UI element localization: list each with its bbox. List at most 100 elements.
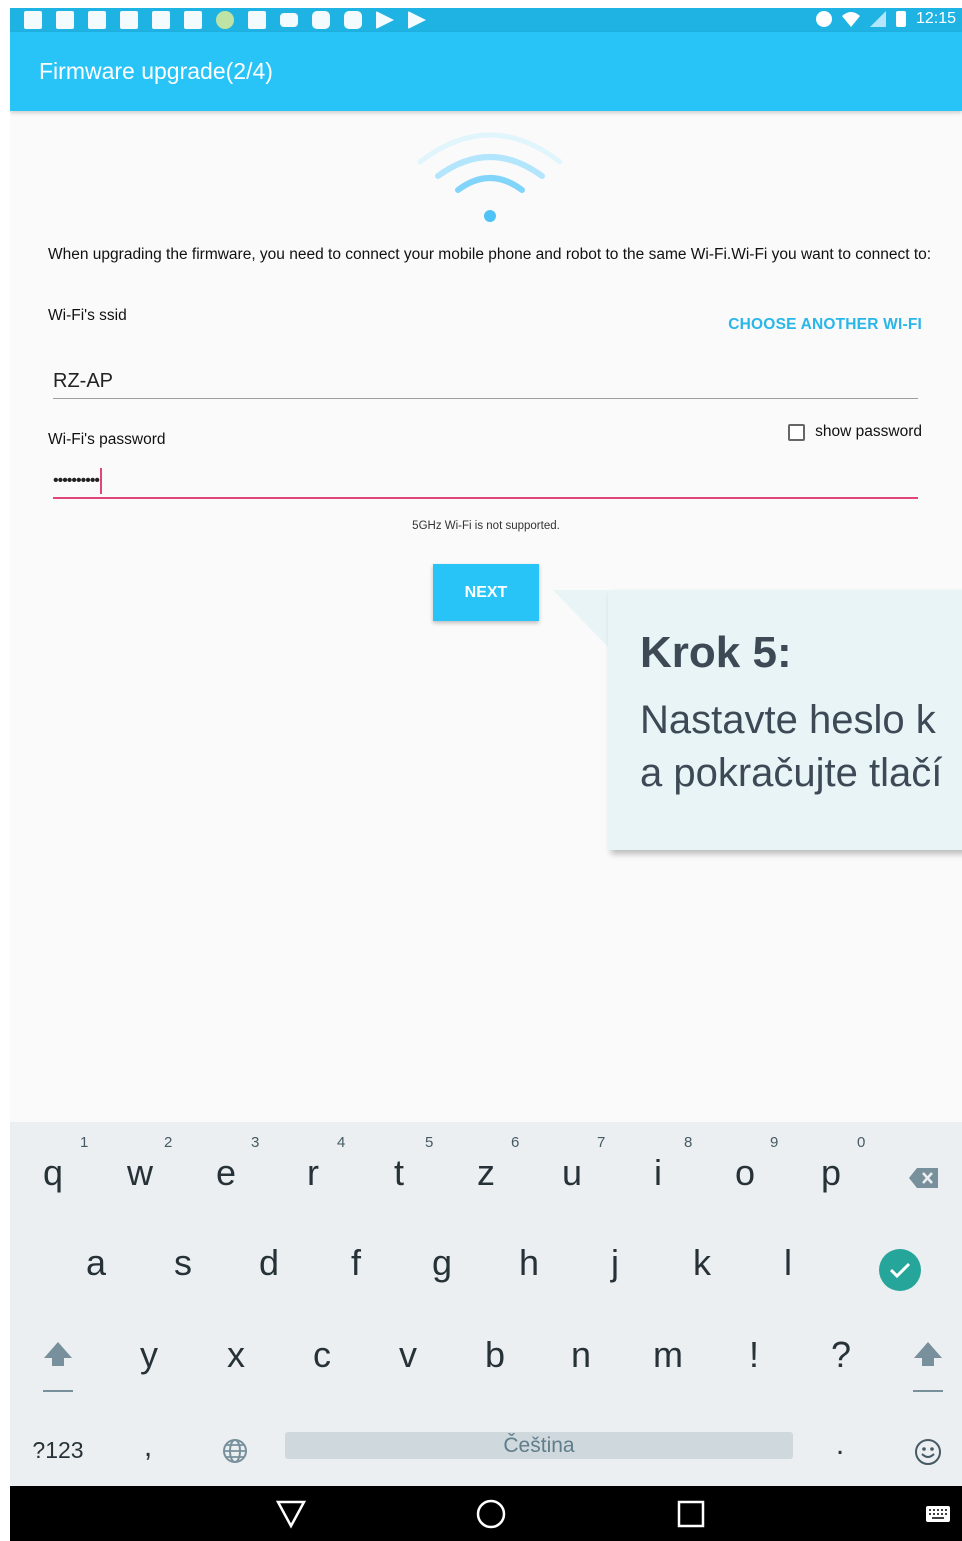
play-store-icon <box>376 11 394 29</box>
key-w[interactable]: w <box>115 1152 165 1194</box>
do-not-disturb-icon <box>815 11 832 27</box>
key-y[interactable]: y <box>124 1334 174 1376</box>
callout-line-2: a pokračujte tlačí <box>640 751 943 795</box>
key-c[interactable]: c <box>297 1334 347 1376</box>
facebook-icon <box>120 11 138 29</box>
key-u[interactable]: u <box>547 1152 597 1194</box>
key-p[interactable]: p <box>806 1152 856 1194</box>
key-d[interactable]: d <box>244 1242 294 1284</box>
ssid-input[interactable]: RZ-AP <box>53 370 918 393</box>
show-password-checkbox[interactable] <box>788 423 806 441</box>
text-cursor <box>100 468 103 494</box>
notification-icons <box>24 11 426 29</box>
key-k[interactable]: k <box>677 1242 727 1284</box>
password-label: Wi-Fi's password <box>48 431 166 448</box>
device-screen: 12:15 Firmware upgrade(2/4) When upgradi… <box>10 8 962 1541</box>
status-indicators: 12:15 <box>815 10 956 28</box>
key-b[interactable]: b <box>470 1334 520 1376</box>
recents-icon[interactable] <box>677 1500 705 1528</box>
show-password-toggle[interactable]: show password <box>788 423 922 441</box>
key-hint: 4 <box>337 1134 346 1151</box>
key-v[interactable]: v <box>383 1334 433 1376</box>
emoji-icon[interactable] <box>914 1438 942 1466</box>
key-hint: 0 <box>857 1134 866 1151</box>
password-input[interactable]: •••••••••• <box>53 468 918 494</box>
key-q[interactable]: q <box>28 1152 78 1194</box>
key-z[interactable]: z <box>461 1152 511 1194</box>
instruction-callout: Krok 5: Nastavte heslo k a pokračujte tl… <box>608 590 962 850</box>
key-f[interactable]: f <box>331 1242 381 1284</box>
key-m[interactable]: m <box>643 1334 693 1376</box>
key-i[interactable]: i <box>633 1152 683 1194</box>
wifi-signal-icon <box>841 12 860 27</box>
android-icon <box>216 11 234 29</box>
key-n[interactable]: n <box>556 1334 606 1376</box>
show-password-label: show password <box>815 423 922 440</box>
password-underline <box>53 497 918 499</box>
instagram-icon <box>312 11 330 29</box>
callout-line-1: Nastavte heslo k <box>640 698 936 742</box>
key-t[interactable]: t <box>374 1152 424 1194</box>
wifi-icon <box>410 124 570 239</box>
callout-text: Nastavte heslo k a pokračujte tlačí <box>640 694 942 800</box>
key-x[interactable]: x <box>211 1334 261 1376</box>
clock: 12:15 <box>915 10 956 27</box>
backspace-icon[interactable] <box>908 1166 940 1190</box>
back-icon[interactable] <box>275 1499 307 1529</box>
spacebar[interactable]: Čeština <box>285 1432 793 1459</box>
key-a[interactable]: a <box>71 1242 121 1284</box>
instagram-icon <box>344 11 362 29</box>
key-hint: 7 <box>597 1134 606 1151</box>
youtube-icon <box>280 13 298 27</box>
wifi-note: 5GHz Wi-Fi is not supported. <box>412 520 560 532</box>
home-icon[interactable] <box>475 1498 507 1530</box>
next-button[interactable]: NEXT <box>433 564 539 621</box>
flipboard-icon <box>248 11 266 29</box>
battery-icon <box>895 11 906 27</box>
facebook-icon <box>152 11 170 29</box>
key-question[interactable]: ? <box>816 1334 866 1376</box>
key-l[interactable]: l <box>763 1242 813 1284</box>
facebook-icon <box>88 11 106 29</box>
soft-keyboard: 1 2 3 4 5 6 7 8 9 0 q w e r t z u i o p … <box>10 1122 962 1486</box>
key-j[interactable]: j <box>590 1242 640 1284</box>
key-e[interactable]: e <box>201 1152 251 1194</box>
key-hint: 9 <box>770 1134 779 1151</box>
image-icon <box>184 11 202 29</box>
key-hint: 5 <box>425 1134 434 1151</box>
status-bar: 12:15 <box>10 8 962 32</box>
key-hint: 2 <box>164 1134 173 1151</box>
app-bar: Firmware upgrade(2/4) <box>10 32 962 111</box>
key-h[interactable]: h <box>504 1242 554 1284</box>
key-g[interactable]: g <box>417 1242 467 1284</box>
enter-check-icon[interactable] <box>878 1248 922 1292</box>
password-value: •••••••••• <box>53 472 100 489</box>
key-o[interactable]: o <box>720 1152 770 1194</box>
play-store-icon <box>408 11 426 29</box>
key-hint: 8 <box>684 1134 693 1151</box>
page-title: Firmware upgrade(2/4) <box>39 58 273 84</box>
key-exclamation[interactable]: ! <box>729 1334 779 1376</box>
shift-left-icon[interactable] <box>42 1340 74 1396</box>
no-sim-icon <box>869 11 886 27</box>
key-s[interactable]: s <box>158 1242 208 1284</box>
callout-title: Krok 5: <box>640 628 792 677</box>
facebook-icon <box>56 11 74 29</box>
keyboard-switch-icon[interactable] <box>926 1506 950 1522</box>
key-hint: 1 <box>80 1134 89 1151</box>
key-r[interactable]: r <box>288 1152 338 1194</box>
callout-pointer <box>553 590 609 648</box>
ssid-label: Wi-Fi's ssid <box>48 307 127 324</box>
key-hint: 6 <box>511 1134 520 1151</box>
navigation-bar <box>10 1486 962 1541</box>
shift-right-icon[interactable] <box>912 1340 944 1396</box>
globe-icon[interactable] <box>222 1438 248 1464</box>
choose-another-wifi-link[interactable]: CHOOSE ANOTHER WI-FI <box>728 316 922 334</box>
facebook-icon <box>24 11 42 29</box>
key-period[interactable]: . <box>825 1428 855 1462</box>
intro-text: When upgrading the firmware, you need to… <box>48 246 932 263</box>
symbols-key[interactable]: ?123 <box>28 1437 88 1464</box>
key-comma[interactable]: , <box>133 1430 163 1464</box>
ssid-underline <box>53 398 918 399</box>
key-hint: 3 <box>251 1134 260 1151</box>
